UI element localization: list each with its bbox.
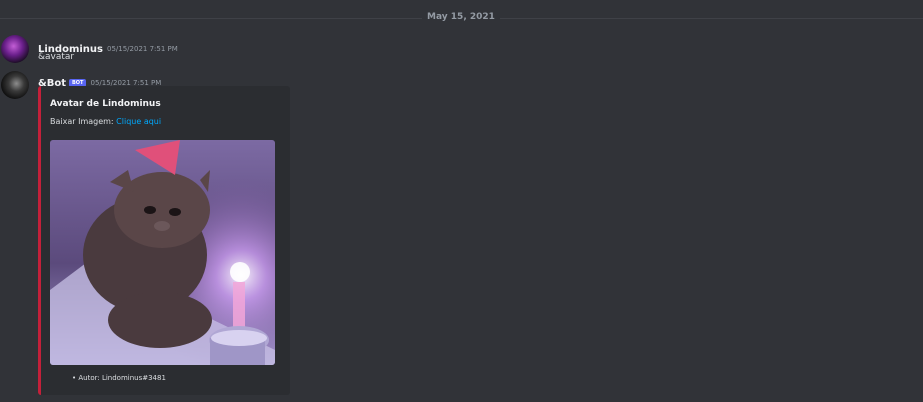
cat-with-party-hat-image	[50, 140, 275, 365]
message-text: &avatar	[38, 52, 75, 62]
divider-line-left	[0, 18, 422, 19]
embed-card: Avatar de Lindominus Baixar Imagem: Cliq…	[38, 86, 290, 395]
avatar[interactable]	[1, 35, 29, 63]
message-header: &Bot BOT 05/15/2021 7:51 PM	[38, 71, 161, 89]
divider-line-right	[500, 18, 923, 19]
bot-avatar[interactable]	[1, 71, 29, 99]
date-divider: May 15, 2021	[0, 10, 923, 28]
embed-description-prefix: Baixar Imagem:	[50, 117, 114, 126]
embed-title: Avatar de Lindominus	[50, 99, 161, 109]
message-header: Lindominus 05/15/2021 7:51 PM	[38, 37, 178, 55]
download-link[interactable]: Clique aqui	[116, 117, 161, 126]
date-divider-label: May 15, 2021	[427, 12, 495, 22]
message-timestamp: 05/15/2021 7:51 PM	[107, 45, 178, 53]
embed-avatar-image[interactable]	[50, 140, 275, 365]
embed-footer: • Autor: Lindominus#3481	[72, 374, 166, 382]
embed-description: Baixar Imagem: Clique aqui	[50, 117, 161, 126]
